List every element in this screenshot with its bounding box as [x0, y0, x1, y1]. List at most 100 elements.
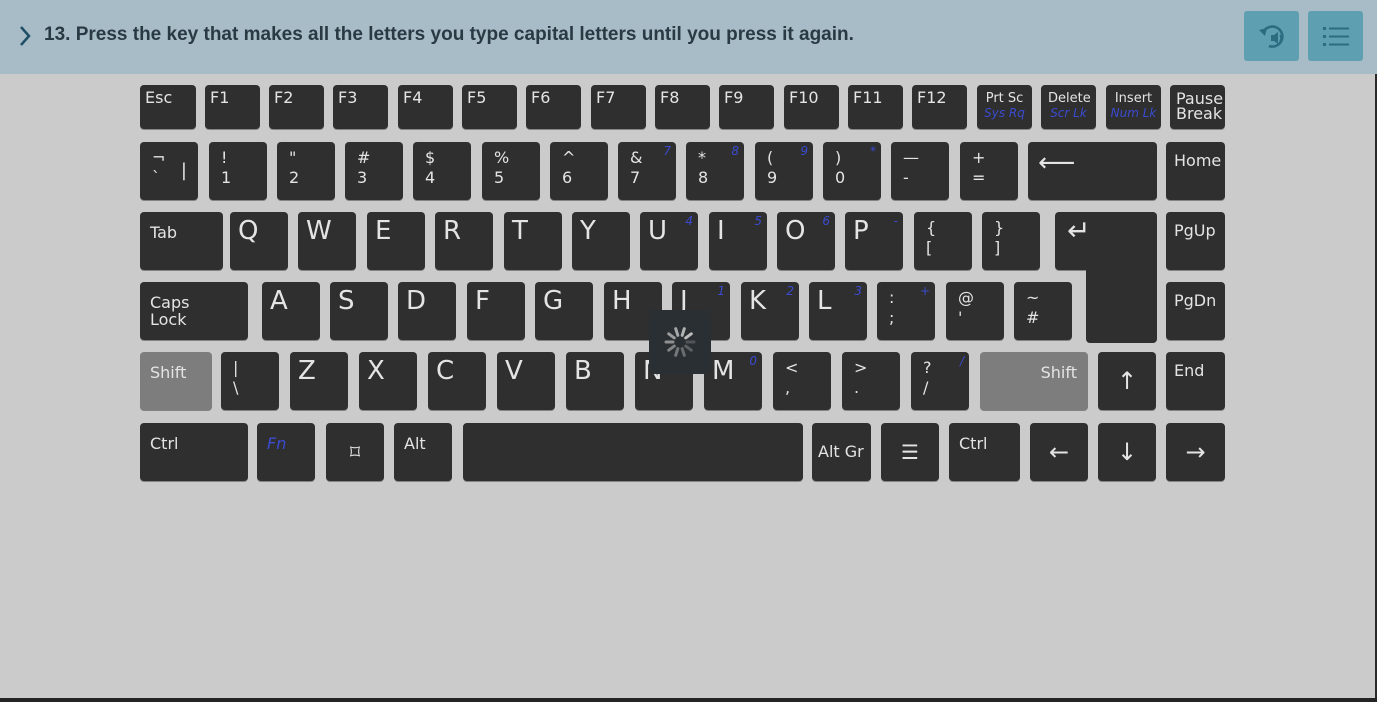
key-win[interactable]: ⌑: [326, 423, 384, 481]
key-rctrl[interactable]: Ctrl: [949, 423, 1020, 481]
key-fn[interactable]: Fn: [257, 423, 315, 481]
key-equals[interactable]: + =: [960, 142, 1018, 200]
key-end[interactable]: End: [1166, 352, 1225, 410]
key-bottom-symbol: `: [152, 168, 160, 187]
key-g[interactable]: G: [535, 282, 593, 340]
key-delete[interactable]: Delete Scr Lk: [1041, 85, 1096, 129]
key-semicolon[interactable]: :; +: [877, 282, 935, 340]
key-enter-lower[interactable]: [1086, 262, 1157, 343]
key-4[interactable]: $4: [413, 142, 471, 200]
key-label: F11: [853, 88, 883, 107]
key-k[interactable]: K2: [741, 282, 799, 340]
key-pgup[interactable]: PgUp: [1166, 212, 1225, 270]
key-slash[interactable]: ? / /: [911, 352, 969, 410]
key-label: Alt: [404, 434, 426, 453]
key-o[interactable]: O6: [777, 212, 835, 270]
key-f1[interactable]: F1: [205, 85, 260, 129]
key-8[interactable]: * 8 8: [686, 142, 744, 200]
key-f4[interactable]: F4: [398, 85, 453, 129]
key-minus[interactable]: — -: [891, 142, 949, 200]
key-0[interactable]: ) 0 *: [823, 142, 881, 200]
key-f9[interactable]: F9: [719, 85, 774, 129]
key-backslash[interactable]: | \: [221, 352, 279, 410]
key-rshift[interactable]: Shift: [980, 352, 1088, 410]
key-3[interactable]: #3: [345, 142, 403, 200]
key-i[interactable]: I5: [709, 212, 767, 270]
key-q[interactable]: Q: [230, 212, 288, 270]
key-2[interactable]: " 2: [277, 142, 335, 200]
key-f5[interactable]: F5: [462, 85, 517, 129]
key-home[interactable]: Home: [1166, 142, 1225, 200]
key-f7[interactable]: F7: [591, 85, 646, 129]
key-f11[interactable]: F11: [848, 85, 903, 129]
key-comma[interactable]: <,: [773, 352, 831, 410]
key-symbol: ↑: [1116, 367, 1138, 395]
key-left[interactable]: ←: [1030, 423, 1088, 481]
key-altgr[interactable]: Alt Gr: [812, 423, 871, 481]
key-r[interactable]: R: [435, 212, 493, 270]
key-e[interactable]: E: [367, 212, 425, 270]
key-v[interactable]: V: [497, 352, 555, 410]
key-period[interactable]: >.: [842, 352, 900, 410]
key-esc[interactable]: Esc: [140, 85, 196, 129]
key-space[interactable]: [463, 423, 803, 481]
key-6[interactable]: ^ 6: [550, 142, 608, 200]
key-symbol: ↓: [1116, 438, 1138, 466]
key-letter: U: [648, 216, 668, 246]
key-y[interactable]: Y: [572, 212, 630, 270]
key-tab[interactable]: Tab: [140, 212, 223, 270]
key-letter: T: [512, 216, 528, 246]
key-9[interactable]: (9 9: [755, 142, 813, 200]
key-f[interactable]: F: [467, 282, 525, 340]
key-symbol: →: [1185, 438, 1206, 466]
key-f10[interactable]: F10: [784, 85, 839, 129]
key-w[interactable]: W: [298, 212, 356, 270]
key-pause[interactable]: Pause Break: [1170, 85, 1225, 129]
key-top-symbol: <: [785, 358, 799, 377]
key-backspace[interactable]: ⟵: [1028, 142, 1157, 200]
key-right[interactable]: →: [1166, 423, 1225, 481]
key-f12[interactable]: F12: [912, 85, 967, 129]
key-label: F7: [596, 88, 616, 107]
key-down[interactable]: ↓: [1098, 423, 1156, 481]
key-m[interactable]: M0: [704, 352, 762, 410]
key-f8[interactable]: F8: [655, 85, 710, 129]
key-quote[interactable]: @ ': [946, 282, 1004, 340]
key-u[interactable]: U4: [640, 212, 698, 270]
key-numpad-label: 9: [800, 144, 808, 158]
key-l[interactable]: L3: [809, 282, 867, 340]
key-f2[interactable]: F2: [269, 85, 324, 129]
key-5[interactable]: % 5: [482, 142, 540, 200]
key-s[interactable]: S: [330, 282, 388, 340]
key-lshift[interactable]: Shift: [140, 352, 212, 410]
key-context-menu[interactable]: ☰: [881, 423, 939, 481]
key-rbracket[interactable]: }]: [982, 212, 1040, 270]
key-a[interactable]: A: [262, 282, 320, 340]
key-top-symbol: @: [958, 288, 974, 307]
key-lbracket[interactable]: {[: [914, 212, 972, 270]
key-alt[interactable]: Alt: [394, 423, 452, 481]
key-lctrl[interactable]: Ctrl: [140, 423, 248, 481]
key-7[interactable]: & 7 7: [618, 142, 676, 200]
key-capslock[interactable]: Caps Lock: [140, 282, 248, 340]
key-prtsc[interactable]: Prt Sc Sys Rq: [977, 85, 1032, 129]
key-z[interactable]: Z: [290, 352, 348, 410]
key-t[interactable]: T: [504, 212, 562, 270]
key-p[interactable]: P-: [845, 212, 903, 270]
key-bottom-symbol: -: [903, 168, 909, 187]
key-b[interactable]: B: [566, 352, 624, 410]
key-numpad-label: 5: [754, 214, 762, 228]
key-c[interactable]: C: [428, 352, 486, 410]
key-letter: D: [406, 286, 427, 316]
key-bottom-symbol: 8: [698, 168, 709, 187]
key-pgdn[interactable]: PgDn: [1166, 282, 1225, 340]
key-x[interactable]: X: [359, 352, 417, 410]
key-grave[interactable]: ¬ ` |: [140, 142, 198, 200]
key-f3[interactable]: F3: [333, 85, 388, 129]
key-up[interactable]: ↑: [1098, 352, 1156, 410]
key-1[interactable]: ! 1: [209, 142, 267, 200]
key-insert[interactable]: Insert Num Lk: [1106, 85, 1161, 129]
key-d[interactable]: D: [398, 282, 456, 340]
key-f6[interactable]: F6: [526, 85, 581, 129]
key-hash[interactable]: ~ #: [1014, 282, 1072, 340]
